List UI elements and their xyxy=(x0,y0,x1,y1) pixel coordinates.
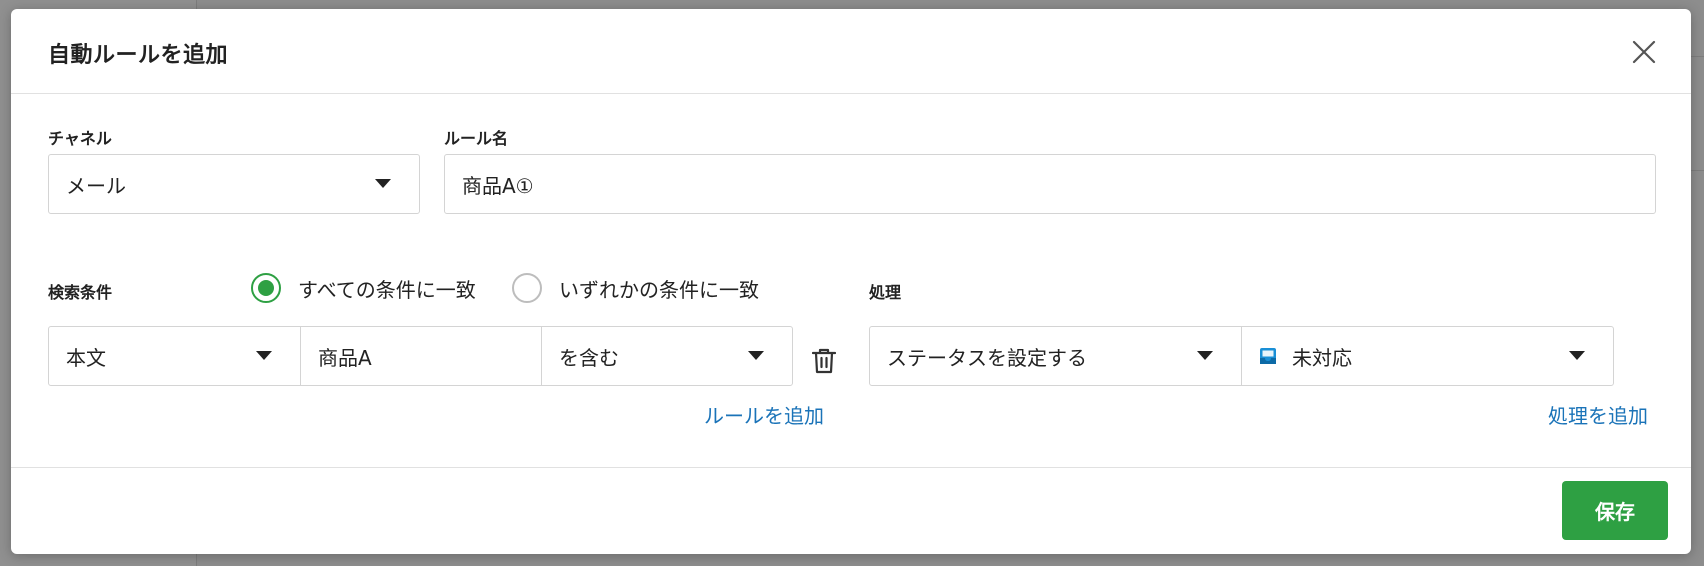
channel-select-value: メール xyxy=(66,173,126,198)
condition-field-select[interactable]: 本文 xyxy=(48,326,301,386)
condition-field-value: 本文 xyxy=(66,345,106,370)
modal-header: 自動ルールを追加 xyxy=(11,9,1691,94)
status-select[interactable]: 未対応 xyxy=(1241,326,1614,386)
condition-operator-value: を含む xyxy=(559,345,619,370)
modal-title: 自動ルールを追加 xyxy=(48,43,229,68)
actions-label: 処理 xyxy=(869,283,902,302)
radio-circle xyxy=(251,273,281,303)
inbox-icon xyxy=(1259,347,1277,365)
add-condition-link[interactable]: ルールを追加 xyxy=(704,400,824,429)
action-type-value: ステータスを設定する xyxy=(887,345,1087,370)
radio-match-any-label: いずれかの条件に一致 xyxy=(559,277,759,302)
status-select-value: 未対応 xyxy=(1292,345,1352,370)
close-button[interactable] xyxy=(1629,37,1659,67)
save-button[interactable]: 保存 xyxy=(1562,481,1668,540)
conditions-label: 検索条件 xyxy=(48,283,113,302)
condition-value-input[interactable]: 商品A xyxy=(300,326,542,386)
chevron-down-icon xyxy=(375,179,391,189)
channel-select[interactable]: メール xyxy=(48,154,420,214)
backdrop-divider-right xyxy=(1690,170,1704,171)
radio-match-any[interactable]: いずれかの条件に一致 xyxy=(512,273,759,303)
channel-label: チャネル xyxy=(48,129,112,148)
chevron-down-icon xyxy=(748,351,764,361)
radio-match-all-label: すべての条件に一致 xyxy=(298,277,476,302)
rule-name-input-value: 商品A① xyxy=(462,173,534,198)
action-type-select[interactable]: ステータスを設定する xyxy=(869,326,1242,386)
delete-condition-button[interactable] xyxy=(809,346,839,376)
rule-name-label: ルール名 xyxy=(444,129,509,148)
radio-circle xyxy=(512,273,542,303)
trash-icon xyxy=(812,348,836,374)
chevron-down-icon xyxy=(1197,351,1213,361)
close-icon xyxy=(1632,40,1656,64)
radio-match-all[interactable]: すべての条件に一致 xyxy=(251,273,476,303)
condition-value-text: 商品A xyxy=(318,345,372,370)
chevron-down-icon xyxy=(1569,351,1585,361)
chevron-down-icon xyxy=(256,351,272,361)
add-action-link[interactable]: 処理を追加 xyxy=(1548,400,1648,429)
modal-footer: 保存 xyxy=(11,467,1691,554)
add-auto-rule-modal: 自動ルールを追加 チャネル メール ルール名 商品A① 検索条件 すべての条件に… xyxy=(11,9,1691,554)
condition-operator-select[interactable]: を含む xyxy=(541,326,793,386)
rule-name-input[interactable]: 商品A① xyxy=(444,154,1656,214)
